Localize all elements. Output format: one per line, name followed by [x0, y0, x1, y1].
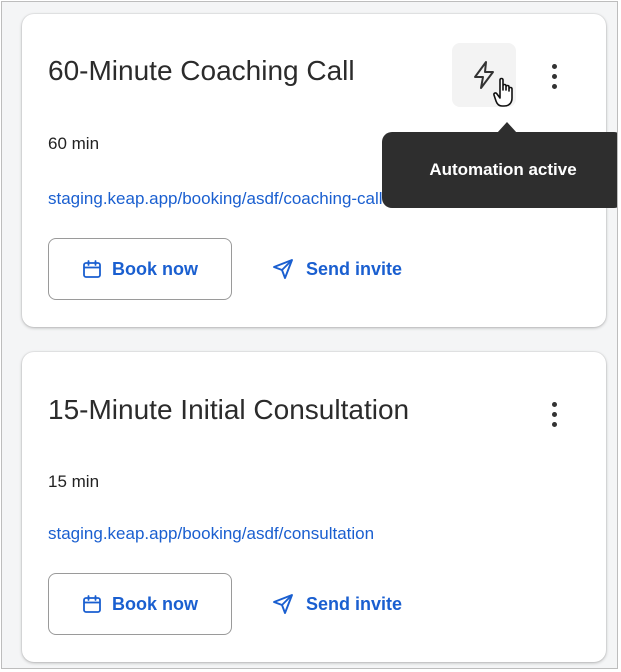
booking-link[interactable]: staging.keap.app/booking/asdf/consultati…	[48, 524, 374, 544]
book-now-button[interactable]: Book now	[48, 238, 232, 300]
duration-label: 60 min	[48, 134, 100, 153]
calendar-icon	[82, 594, 102, 614]
duration-label: 15 min	[48, 472, 100, 491]
more-options-button[interactable]	[542, 56, 566, 96]
book-now-label: Book now	[112, 258, 198, 279]
calendar-icon	[82, 259, 102, 279]
more-options-button[interactable]	[542, 394, 566, 434]
card-title: 60-Minute Coaching Call	[48, 55, 355, 86]
card-title: 15-Minute Initial Consultation	[48, 394, 410, 425]
booking-list: 60-Minute Coaching Call 60 min staging.k…	[1, 1, 618, 669]
kebab-menu-icon	[551, 63, 557, 69]
kebab-menu-icon	[551, 401, 557, 407]
automation-tooltip: Automation active	[382, 132, 617, 208]
booking-link[interactable]: staging.keap.app/booking/asdf/coaching-c…	[48, 189, 383, 209]
booking-card: 15-Minute Initial Consultation 15 min st…	[22, 352, 606, 662]
send-invite-button[interactable]: Send invite	[272, 238, 402, 300]
send-invite-button[interactable]: Send invite	[272, 573, 402, 635]
send-icon	[272, 258, 294, 280]
send-invite-label: Send invite	[306, 258, 403, 279]
send-icon	[272, 593, 294, 615]
send-invite-label: Send invite	[306, 593, 403, 614]
book-now-button[interactable]: Book now	[48, 573, 232, 635]
booking-card: 60-Minute Coaching Call 60 min staging.k…	[22, 14, 617, 327]
hand-cursor-icon	[492, 76, 520, 115]
book-now-label: Book now	[112, 593, 198, 614]
